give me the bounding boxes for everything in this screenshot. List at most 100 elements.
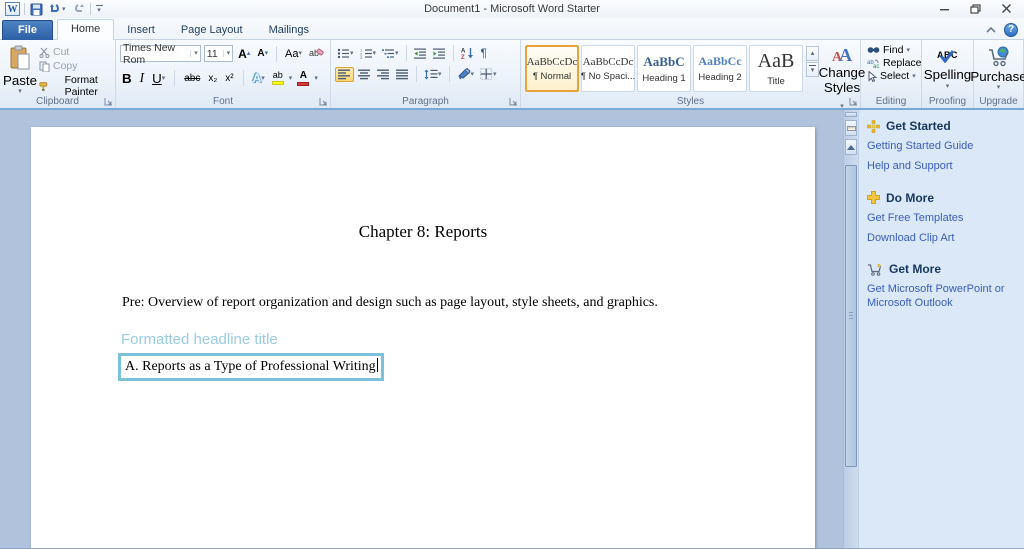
- boxed-heading[interactable]: A. Reports as a Type of Professional Wri…: [118, 353, 384, 381]
- style-heading-1[interactable]: AaBbC Heading 1: [637, 45, 691, 92]
- sort-button[interactable]: AZ: [459, 46, 477, 60]
- line-spacing-dropdown[interactable]: ▾: [438, 71, 442, 78]
- scrollbar-thumb[interactable]: [845, 165, 857, 467]
- styles-dialog-launcher[interactable]: [849, 97, 858, 106]
- link-get-powerpoint-outlook[interactable]: Get Microsoft PowerPoint or Microsoft Ou…: [867, 282, 1017, 311]
- font-dialog-launcher[interactable]: [319, 97, 328, 106]
- qat-customize-button[interactable]: ▾: [95, 4, 104, 14]
- shading-button[interactable]: ▾: [455, 67, 477, 81]
- find-button[interactable]: Find ▾: [867, 44, 910, 56]
- format-painter-button[interactable]: Format Painter: [39, 74, 111, 98]
- link-getting-started-guide[interactable]: Getting Started Guide: [867, 139, 1018, 153]
- borders-button[interactable]: ▾: [478, 67, 499, 81]
- subscript-button[interactable]: x₂: [206, 72, 219, 85]
- vertical-scrollbar[interactable]: [843, 110, 858, 548]
- align-left-button[interactable]: [335, 66, 354, 82]
- document-page[interactable]: Chapter 8: Reports Pre: Overview of repo…: [31, 127, 815, 548]
- tab-home[interactable]: Home: [56, 19, 115, 40]
- tab-mailings[interactable]: Mailings: [256, 21, 322, 40]
- multilevel-list-dropdown[interactable]: ▾: [395, 50, 399, 57]
- styles-more-button[interactable]: ▾: [806, 62, 819, 77]
- font-size-dropdown[interactable]: ▾: [222, 50, 230, 57]
- change-styles-button[interactable]: AA Change Styles ▾: [819, 43, 866, 110]
- underline-button[interactable]: U ▾: [150, 70, 167, 87]
- highlight-color-button[interactable]: ab: [271, 70, 285, 86]
- strikethrough-button[interactable]: abc: [182, 72, 202, 85]
- minimize-button[interactable]: [937, 0, 952, 19]
- numbering-dropdown[interactable]: ▾: [373, 50, 377, 57]
- document-body-text[interactable]: Pre: Overview of report organization and…: [122, 295, 755, 311]
- italic-button[interactable]: I: [138, 69, 146, 87]
- font-family-combobox[interactable]: Times New Rom ▾: [120, 42, 201, 66]
- ruler-toggle-button[interactable]: [845, 120, 857, 136]
- font-color-button[interactable]: A: [296, 70, 310, 87]
- cut-button[interactable]: Cut: [39, 46, 111, 58]
- tab-page-layout[interactable]: Page Layout: [168, 21, 256, 40]
- style-title[interactable]: AaB Title: [749, 45, 803, 92]
- grow-font-button[interactable]: A ▴: [236, 46, 252, 62]
- document-title-text[interactable]: Chapter 8: Reports: [31, 222, 815, 242]
- spelling-dropdown[interactable]: ▾: [946, 83, 950, 90]
- close-button[interactable]: [999, 0, 1014, 19]
- align-right-button[interactable]: [375, 68, 392, 81]
- text-effects-button[interactable]: A ▾: [251, 70, 267, 86]
- text-effects-dropdown[interactable]: ▾: [261, 75, 265, 82]
- link-help-and-support[interactable]: Help and Support: [867, 159, 1018, 173]
- font-color-dropdown[interactable]: ▾: [314, 75, 318, 82]
- superscript-button[interactable]: x²: [223, 72, 235, 85]
- justify-button[interactable]: [394, 68, 411, 81]
- numbering-button[interactable]: 1 2 3 ▾: [358, 47, 379, 60]
- decrease-indent-button[interactable]: [412, 47, 429, 60]
- scroll-up-button[interactable]: [845, 139, 857, 155]
- style-no-spacing[interactable]: AaBbCcDc ¶ No Spaci...: [581, 45, 635, 92]
- clipboard-dialog-launcher[interactable]: [104, 97, 113, 106]
- multilevel-list-button[interactable]: ▾: [380, 47, 401, 60]
- select-dropdown[interactable]: ▾: [912, 73, 916, 80]
- tab-insert[interactable]: Insert: [114, 21, 168, 40]
- bullets-dropdown[interactable]: ▾: [350, 50, 354, 57]
- align-center-button[interactable]: [356, 68, 373, 81]
- styles-scroll-up-button[interactable]: ▴: [806, 46, 819, 61]
- paste-button[interactable]: Paste ▾: [3, 43, 37, 95]
- replace-button[interactable]: ab ac Replace: [867, 57, 922, 69]
- shrink-font-button[interactable]: A ▾: [255, 47, 270, 60]
- undo-dropdown[interactable]: ▾: [62, 6, 66, 13]
- redo-button[interactable]: [71, 3, 86, 15]
- highlight-dropdown[interactable]: ▾: [289, 75, 293, 82]
- tab-file[interactable]: File: [2, 20, 53, 40]
- shading-dropdown[interactable]: ▾: [471, 71, 475, 78]
- line-spacing-button[interactable]: ▾: [422, 68, 444, 81]
- purchase-button[interactable]: Purchase ▾: [970, 43, 1024, 91]
- font-family-dropdown[interactable]: ▾: [190, 50, 198, 57]
- show-hide-pilcrow-button[interactable]: ¶: [479, 45, 489, 61]
- restore-button[interactable]: [968, 0, 983, 19]
- bold-button[interactable]: B: [120, 70, 134, 87]
- clear-formatting-button[interactable]: ab: [307, 46, 326, 61]
- link-download-clip-art[interactable]: Download Clip Art: [867, 231, 1018, 245]
- borders-dropdown[interactable]: ▾: [493, 71, 497, 78]
- bullets-button[interactable]: ▾: [335, 47, 356, 60]
- font-size-combobox[interactable]: 11 ▾: [203, 45, 234, 62]
- paste-dropdown[interactable]: ▾: [18, 88, 22, 95]
- help-button[interactable]: ?: [1004, 22, 1018, 37]
- change-case-button[interactable]: Aa ▾: [283, 47, 304, 61]
- formatted-headline-label[interactable]: Formatted headline title: [121, 331, 278, 348]
- link-get-free-templates[interactable]: Get Free Templates: [867, 211, 1018, 225]
- borders-icon: [480, 68, 493, 80]
- word-logo-icon[interactable]: W: [5, 2, 20, 16]
- style-normal[interactable]: AaBbCcDc ¶ Normal: [525, 45, 579, 92]
- style-heading-2[interactable]: AaBbCc Heading 2: [693, 45, 747, 92]
- collapse-ribbon-button[interactable]: [986, 22, 996, 37]
- copy-button[interactable]: Copy: [39, 60, 111, 72]
- purchase-dropdown[interactable]: ▾: [997, 84, 1001, 91]
- spelling-label: Spelling: [923, 67, 972, 83]
- undo-button[interactable]: ▾: [48, 3, 67, 15]
- split-handle[interactable]: [845, 112, 857, 117]
- select-button[interactable]: Select ▾: [867, 70, 916, 82]
- find-dropdown[interactable]: ▾: [906, 47, 910, 54]
- spelling-button[interactable]: ABC Spelling ▾: [923, 43, 972, 90]
- paragraph-dialog-launcher[interactable]: [509, 97, 518, 106]
- increase-indent-button[interactable]: [431, 47, 448, 60]
- underline-dropdown[interactable]: ▾: [162, 75, 166, 82]
- save-button[interactable]: [29, 3, 44, 16]
